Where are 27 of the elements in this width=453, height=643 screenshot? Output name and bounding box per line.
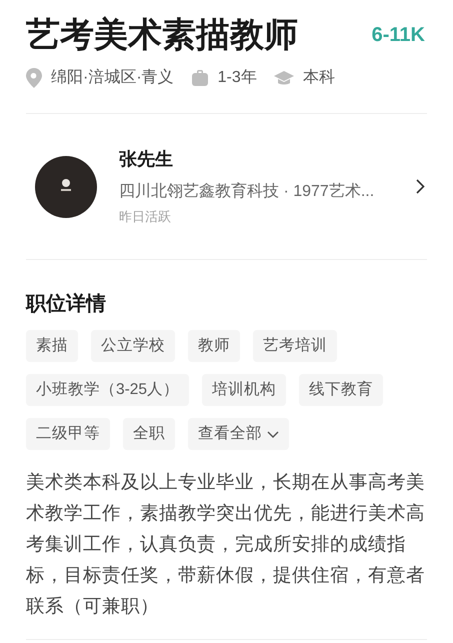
job-tag: 素描 (26, 330, 78, 362)
chevron-right-icon (416, 179, 425, 194)
job-description: 美术类本科及以上专业毕业，长期在从事高考美术教学工作，素描教学突出优先，能进行美术高考集训工作，认真负责，完成所安排的成绩指标，目标责任奖，带薪休假，提供住宿，有意者联系（可兼职） (26, 470, 426, 618)
section-heading: 职位详情 (26, 292, 107, 317)
job-title: 艺考美术素描教师 (26, 15, 298, 56)
recruiter-name: 张先生 (119, 148, 174, 171)
salary: 6-11K (372, 23, 425, 48)
job-tag: 公立学校 (91, 330, 175, 362)
recruiter-card[interactable]: 张先生 四川北翎艺鑫教育科技 · 1977艺术... 昨日活跃 (26, 114, 427, 259)
job-meta-text: 1-3年 (218, 68, 257, 88)
job-tag: 小班教学（3-25人） (26, 374, 190, 406)
chevron-down-icon (267, 430, 279, 438)
job-tag: 线下教育 (299, 374, 384, 406)
job-tag: 教师 (188, 330, 240, 362)
view-all-button[interactable]: 查看全部 (188, 418, 289, 450)
job-tag: 全职 (123, 418, 175, 450)
briefcase-icon (190, 69, 209, 87)
recruiter-company: 四川北翎艺鑫教育科技 · 1977艺术... (119, 181, 376, 202)
recruiter-activity: 昨日活跃 (119, 208, 172, 226)
job-meta-text: 本科 (302, 68, 335, 88)
location-pin-icon (26, 68, 42, 88)
graduation-cap-icon (274, 70, 294, 86)
job-meta-text: 绵阳·涪城区·青义 (51, 68, 174, 88)
recruiter-avatar (35, 156, 97, 218)
job-tag: 艺考培训 (253, 330, 337, 362)
job-tag: 二级甲等 (26, 418, 110, 450)
job-tag: 培训机构 (202, 374, 286, 406)
